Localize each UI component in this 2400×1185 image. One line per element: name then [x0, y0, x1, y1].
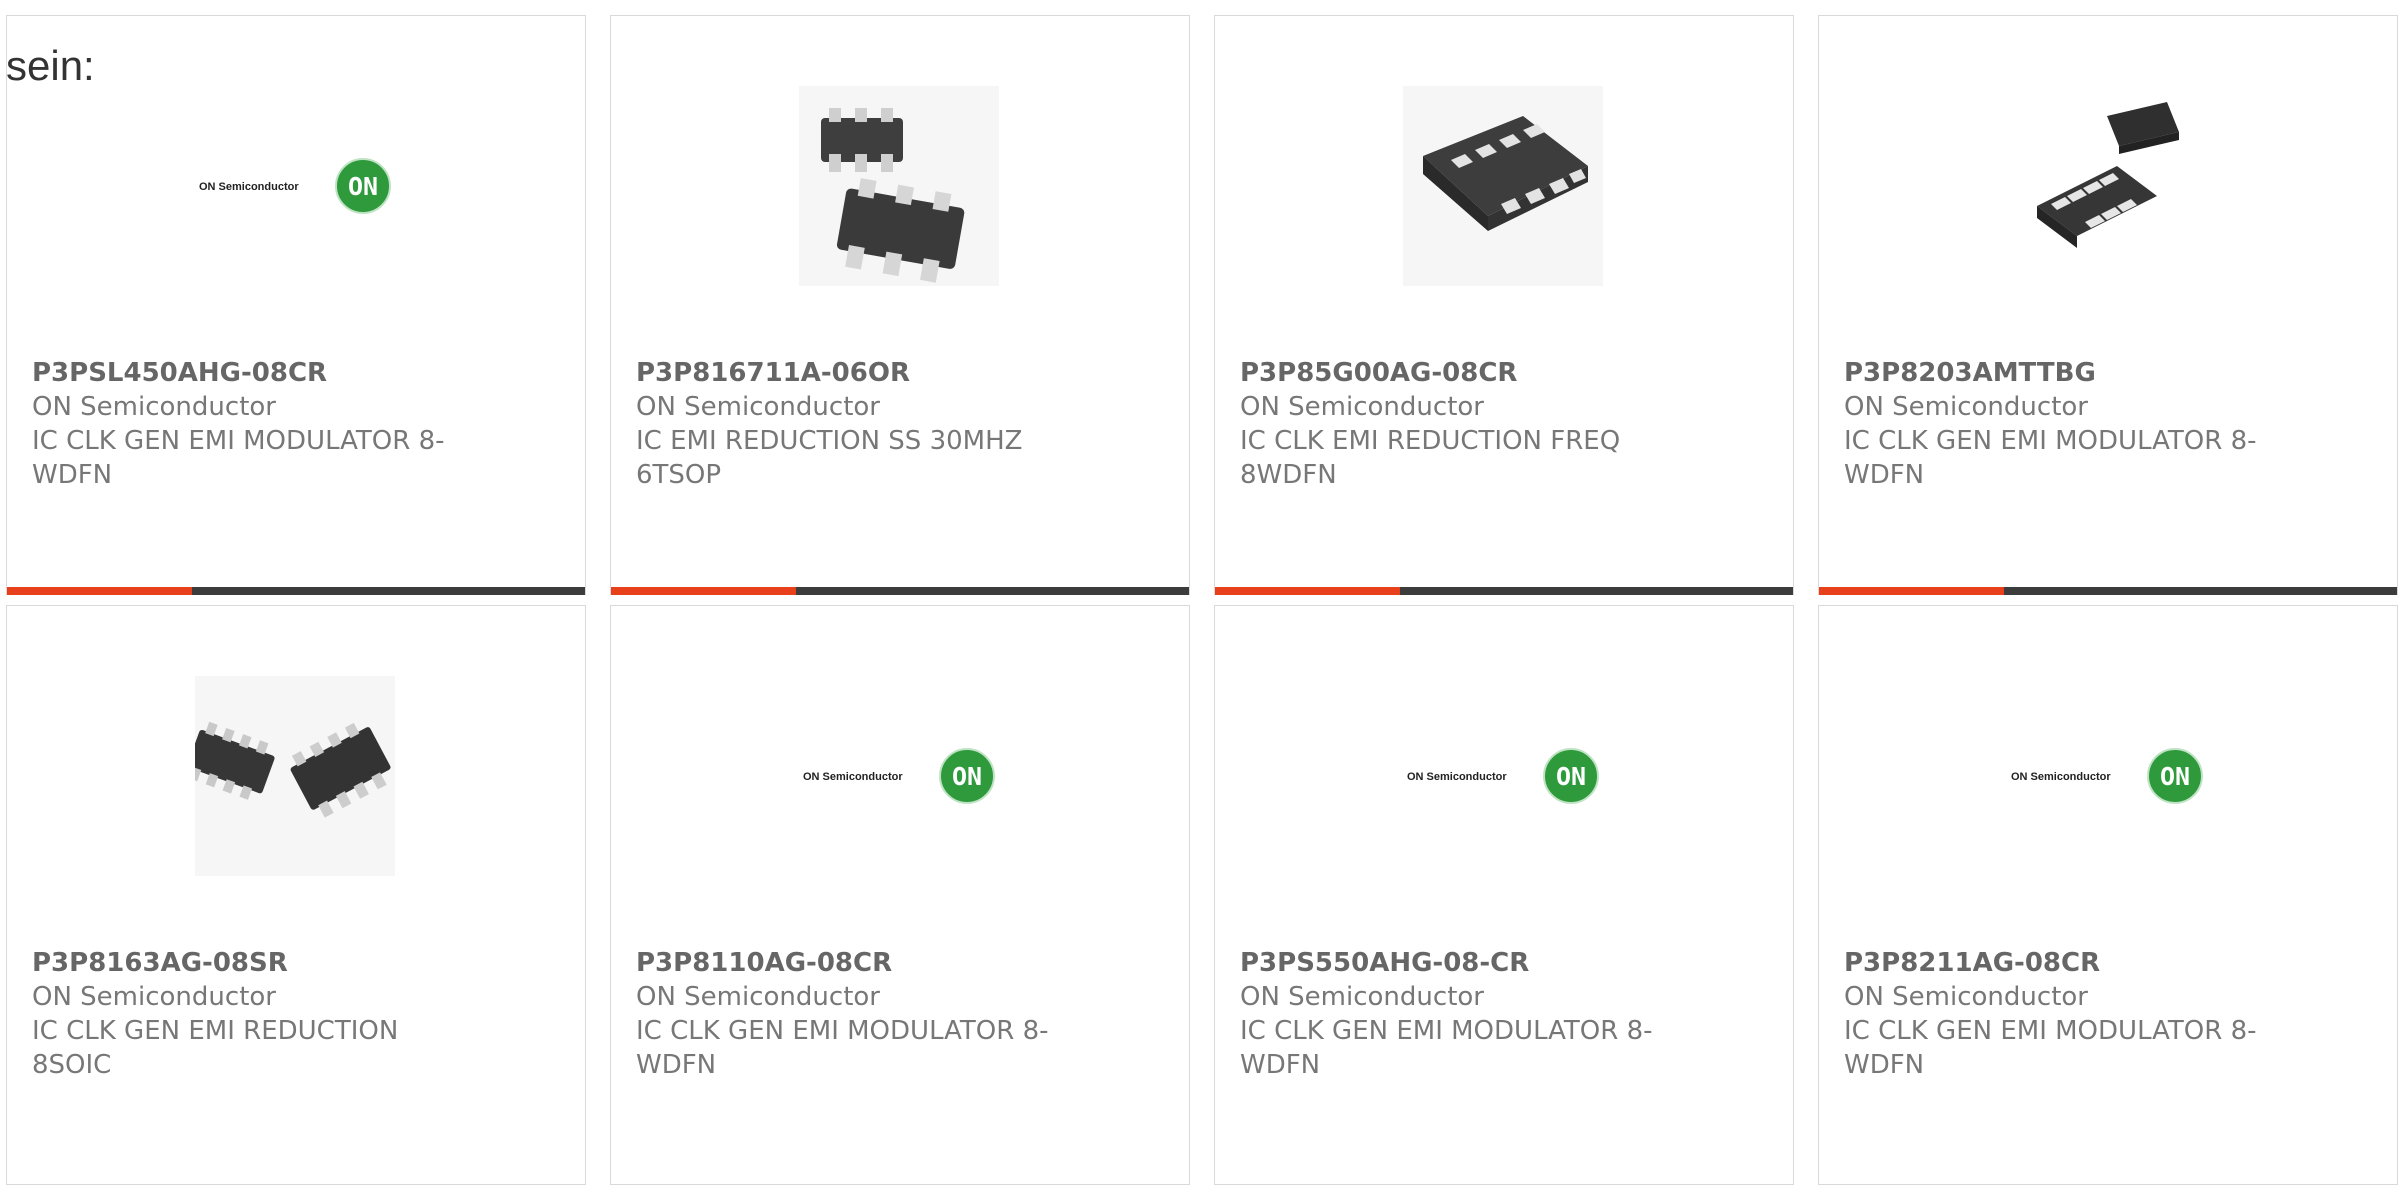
on-semi-logo-image: ON Semiconductor ON [799, 676, 999, 876]
part-number[interactable]: P3PSL450AHG-08CR [32, 356, 462, 390]
description: IC CLK EMI REDUCTION FREQ 8WDFN [1240, 426, 1621, 490]
product-info: P3P816711A-06OR ON Semiconductor IC EMI … [636, 356, 1066, 492]
logo-text: ON Semiconductor [803, 771, 903, 783]
wdfn8-chip-image [1403, 86, 1603, 286]
intro-text: sein: [6, 42, 95, 89]
description: IC CLK GEN EMI REDUCTION 8SOIC [32, 1016, 399, 1080]
product-card[interactable]: ON Semiconductor ON P3PS550AHG-08-CR ON … [1214, 605, 1794, 1185]
product-info: P3P85G00AG-08CR ON Semiconductor IC CLK … [1240, 356, 1670, 492]
product-card[interactable]: ON Semiconductor ON P3P8110AG-08CR ON Se… [610, 605, 1190, 1185]
description: IC CLK GEN EMI MODULATOR 8-WDFN [636, 1016, 1049, 1080]
description: IC CLK GEN EMI MODULATOR 8-WDFN [1240, 1016, 1653, 1080]
product-card[interactable]: ON Semiconductor ON P3PSL450AHG-08CR ON … [6, 15, 586, 595]
progress-bar [1819, 587, 2397, 595]
part-number[interactable]: P3PS550AHG-08-CR [1240, 946, 1670, 980]
progress-fill [611, 587, 796, 595]
progress-fill [1215, 587, 1400, 595]
wdfn8-pair-chip-image [2007, 86, 2207, 286]
part-number[interactable]: P3P85G00AG-08CR [1240, 356, 1670, 390]
part-number[interactable]: P3P816711A-06OR [636, 356, 1066, 390]
product-info: P3PS550AHG-08-CR ON Semiconductor IC CLK… [1240, 946, 1670, 1082]
logo-text: ON Semiconductor [1407, 771, 1507, 783]
description: IC EMI REDUCTION SS 30MHZ 6TSOP [636, 426, 1023, 490]
tsop6-chip-image [799, 86, 999, 286]
logo-text: ON Semiconductor [199, 181, 299, 193]
product-card[interactable]: P3P85G00AG-08CR ON Semiconductor IC CLK … [1214, 15, 1794, 595]
manufacturer: ON Semiconductor [1844, 982, 2088, 1012]
logo-badge: ON [2160, 762, 2190, 791]
product-info: P3P8163AG-08SR ON Semiconductor IC CLK G… [32, 946, 462, 1082]
manufacturer: ON Semiconductor [1844, 392, 2088, 422]
progress-bar [7, 587, 585, 595]
product-card[interactable]: ON Semiconductor ON P3P8211AG-08CR ON Se… [1818, 605, 2398, 1185]
progress-bar [611, 587, 1189, 595]
manufacturer: ON Semiconductor [636, 982, 880, 1012]
part-number[interactable]: P3P8203AMTTBG [1844, 356, 2274, 390]
soic8-chip-image [195, 676, 395, 876]
product-info: P3P8203AMTTBG ON Semiconductor IC CLK GE… [1844, 356, 2274, 492]
product-card[interactable]: P3P8203AMTTBG ON Semiconductor IC CLK GE… [1818, 15, 2398, 595]
manufacturer: ON Semiconductor [32, 392, 276, 422]
part-number[interactable]: P3P8163AG-08SR [32, 946, 462, 980]
description: IC CLK GEN EMI MODULATOR 8-WDFN [32, 426, 445, 490]
progress-fill [1819, 587, 2004, 595]
logo-badge: ON [348, 172, 378, 201]
logo-badge: ON [1556, 762, 1586, 791]
manufacturer: ON Semiconductor [1240, 982, 1484, 1012]
product-info: P3P8110AG-08CR ON Semiconductor IC CLK G… [636, 946, 1066, 1082]
on-semi-logo-image: ON Semiconductor ON [195, 86, 395, 286]
description: IC CLK GEN EMI MODULATOR 8-WDFN [1844, 1016, 2257, 1080]
manufacturer: ON Semiconductor [636, 392, 880, 422]
product-info: P3P8211AG-08CR ON Semiconductor IC CLK G… [1844, 946, 2274, 1082]
manufacturer: ON Semiconductor [1240, 392, 1484, 422]
logo-badge: ON [952, 762, 982, 791]
manufacturer: ON Semiconductor [32, 982, 276, 1012]
on-semi-logo-image: ON Semiconductor ON [1403, 676, 1603, 876]
progress-fill [7, 587, 192, 595]
product-card[interactable]: P3P816711A-06OR ON Semiconductor IC EMI … [610, 15, 1190, 595]
description: IC CLK GEN EMI MODULATOR 8-WDFN [1844, 426, 2257, 490]
part-number[interactable]: P3P8211AG-08CR [1844, 946, 2274, 980]
product-info: P3PSL450AHG-08CR ON Semiconductor IC CLK… [32, 356, 462, 492]
product-grid: ON Semiconductor ON P3PSL450AHG-08CR ON … [6, 15, 2398, 1185]
on-semi-logo-image: ON Semiconductor ON [2007, 676, 2207, 876]
part-number[interactable]: P3P8110AG-08CR [636, 946, 1066, 980]
progress-bar [1215, 587, 1793, 595]
product-card[interactable]: P3P8163AG-08SR ON Semiconductor IC CLK G… [6, 605, 586, 1185]
logo-text: ON Semiconductor [2011, 771, 2111, 783]
